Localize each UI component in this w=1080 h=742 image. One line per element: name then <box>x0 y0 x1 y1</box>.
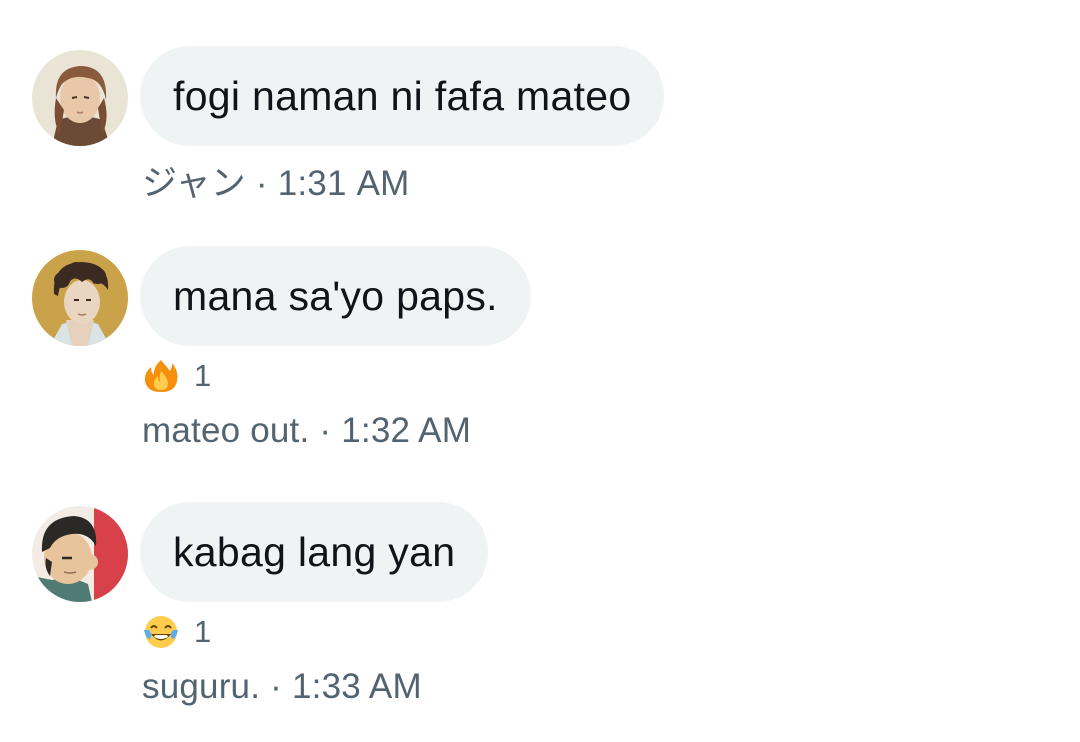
message-bubble[interactable]: fogi naman ni fafa mateo <box>140 46 665 146</box>
meta-separator: · <box>270 667 283 706</box>
timestamp: 1:32 AM <box>341 411 472 450</box>
message-bubble[interactable]: kabag lang yan <box>140 502 489 602</box>
message-text: fogi naman ni fafa mateo <box>173 72 632 119</box>
reaction-count: 1 <box>194 358 212 393</box>
dark-haired-man-avatar <box>32 506 128 602</box>
message-meta: mateo out. · 1:32 AM <box>142 411 471 451</box>
reaction-badge[interactable]: 1 <box>142 612 211 652</box>
brown-haired-man-avatar <box>32 50 128 146</box>
avatar[interactable] <box>32 250 128 346</box>
message-text: mana sa'yo paps. <box>173 272 498 319</box>
tears-of-joy-emoji-icon <box>142 613 180 651</box>
meta-separator: · <box>255 164 268 203</box>
avatar[interactable] <box>32 506 128 602</box>
avatar[interactable] <box>32 50 128 146</box>
author-name[interactable]: mateo out. <box>142 411 309 450</box>
message-text: kabag lang yan <box>173 528 456 575</box>
timestamp: 1:33 AM <box>292 667 422 706</box>
timestamp: 1:31 AM <box>277 164 410 203</box>
meta-separator: · <box>319 411 332 450</box>
fire-emoji-icon <box>142 357 180 395</box>
author-name[interactable]: ジャン <box>142 164 246 203</box>
curly-haired-man-avatar <box>32 250 128 346</box>
message-meta: ジャン · 1:31 AM <box>142 155 409 206</box>
message-meta: suguru. · 1:33 AM <box>142 667 422 707</box>
message-bubble[interactable]: mana sa'yo paps. <box>140 246 531 346</box>
reaction-badge[interactable]: 1 <box>142 356 211 396</box>
author-name[interactable]: suguru. <box>142 667 260 706</box>
reaction-count: 1 <box>194 614 212 649</box>
